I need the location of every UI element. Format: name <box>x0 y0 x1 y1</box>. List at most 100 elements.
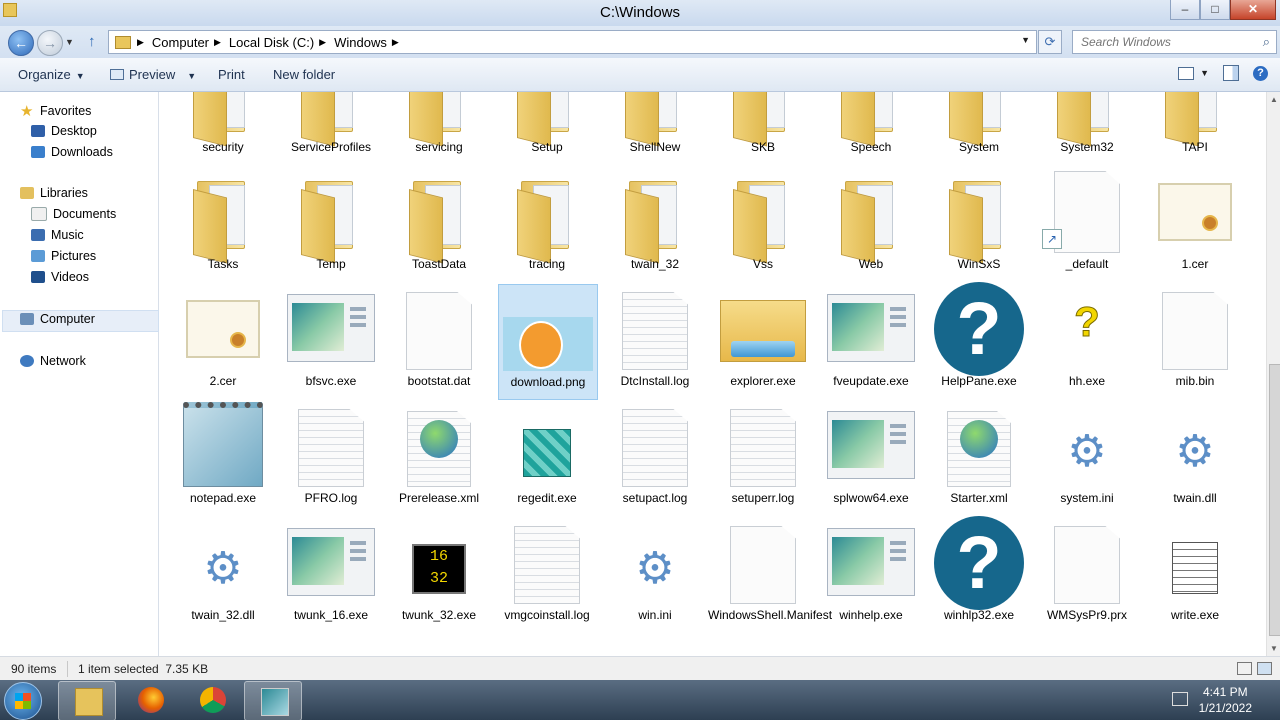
file-item[interactable]: write.exe <box>1146 518 1244 632</box>
nav-desktop[interactable]: Desktop <box>31 124 97 138</box>
nav-network[interactable]: Network <box>20 354 86 368</box>
breadcrumb-computer[interactable]: Computer <box>152 35 209 50</box>
nav-music[interactable]: Music <box>31 228 84 242</box>
file-item[interactable]: regedit.exe <box>498 401 596 515</box>
scroll-up-icon[interactable]: ▲ <box>1270 95 1278 104</box>
file-item[interactable]: explorer.exe <box>714 284 812 398</box>
new-folder-button[interactable]: New folder <box>273 67 335 82</box>
preview-button[interactable]: Preview ▼ <box>110 67 196 82</box>
back-button[interactable]: ← <box>8 30 34 56</box>
up-arrow-icon[interactable]: ↑ <box>88 33 96 50</box>
file-item[interactable]: Prerelease.xml <box>390 401 488 515</box>
file-item[interactable]: SKB <box>714 92 812 164</box>
scroll-down-icon[interactable]: ▼ <box>1270 644 1278 653</box>
file-item[interactable]: Web <box>822 167 920 281</box>
taskbar-app-window[interactable] <box>244 681 302 721</box>
file-item[interactable]: ServiceProfiles <box>282 92 380 164</box>
file-item[interactable]: mib.bin <box>1146 284 1244 398</box>
close-button[interactable]: ✕ <box>1230 0 1276 20</box>
maximize-button[interactable]: □ <box>1200 0 1230 20</box>
minimize-button[interactable]: – <box>1170 0 1200 20</box>
breadcrumb-windows[interactable]: Windows <box>334 35 387 50</box>
clock[interactable]: 4:41 PM 1/21/2022 <box>1199 684 1252 716</box>
file-item[interactable]: vmgcoinstall.log <box>498 518 596 632</box>
file-item[interactable]: ToastData <box>390 167 488 281</box>
taskbar-firefox[interactable] <box>122 681 178 719</box>
file-item[interactable]: PFRO.log <box>282 401 380 515</box>
search-box[interactable]: ⌕ <box>1072 30 1277 54</box>
print-button[interactable]: Print <box>218 67 245 82</box>
file-item[interactable]: ShellNew <box>606 92 704 164</box>
file-item[interactable]: ? hh.exe <box>1038 284 1136 398</box>
refresh-button[interactable]: ⟳ <box>1038 30 1062 54</box>
taskbar-chrome[interactable] <box>184 681 240 719</box>
file-item[interactable]: WinSxS <box>930 167 1028 281</box>
file-item[interactable]: ⚙ twain_32.dll <box>174 518 272 632</box>
nav-computer[interactable]: Computer <box>20 312 95 326</box>
details-view-icon[interactable] <box>1237 662 1252 675</box>
file-item[interactable]: setuperr.log <box>714 401 812 515</box>
search-input[interactable] <box>1079 32 1255 52</box>
file-item[interactable]: twunk_16.exe <box>282 518 380 632</box>
start-button[interactable] <box>4 682 42 720</box>
file-item[interactable]: fveupdate.exe <box>822 284 920 398</box>
large-icons-view-icon[interactable] <box>1257 662 1272 675</box>
vertical-scrollbar[interactable]: ▲ ▼ <box>1266 92 1280 656</box>
file-item[interactable]: ? winhlp32.exe <box>930 516 1028 632</box>
search-icon[interactable]: ⌕ <box>1263 34 1270 50</box>
file-item[interactable]: TAPI <box>1146 92 1244 164</box>
chevron-right-icon[interactable]: ▶ <box>214 37 221 48</box>
nav-libraries[interactable]: Libraries <box>20 186 88 200</box>
help-icon[interactable]: ? <box>1253 65 1268 81</box>
file-item[interactable]: WindowsShell.Manifest <box>708 518 832 632</box>
taskbar-explorer[interactable] <box>58 681 116 721</box>
file-item[interactable]: Starter.xml <box>930 401 1028 515</box>
file-item[interactable]: splwow64.exe <box>822 401 920 515</box>
nav-documents[interactable]: Documents <box>31 207 116 221</box>
file-item[interactable]: tracing <box>498 167 596 281</box>
file-item[interactable]: twain_32 <box>606 167 704 281</box>
file-item[interactable]: 16 32 twunk_32.exe <box>390 518 488 632</box>
chevron-down-icon[interactable]: ▼ <box>1021 35 1030 45</box>
file-item[interactable]: Temp <box>282 167 380 281</box>
file-item[interactable]: System <box>930 92 1028 164</box>
file-item[interactable]: ⚙ system.ini <box>1038 401 1136 515</box>
nav-videos[interactable]: Videos <box>31 270 89 284</box>
file-item[interactable]: ⚙ win.ini <box>606 518 704 632</box>
file-item[interactable]: setupact.log <box>606 401 704 515</box>
file-item[interactable]: Tasks <box>174 167 272 281</box>
file-item[interactable]: notepad.exe <box>174 401 272 515</box>
file-item[interactable]: 2.cer <box>174 284 272 398</box>
chevron-right-icon[interactable]: ▶ <box>392 37 399 48</box>
file-item[interactable]: bfsvc.exe <box>282 284 380 398</box>
address-bar[interactable]: ▶ Computer ▶ Local Disk (C:) ▶ Windows ▶… <box>108 30 1037 54</box>
file-item[interactable]: security <box>174 92 272 164</box>
breadcrumb-local-disk[interactable]: Local Disk (C:) <box>229 35 314 50</box>
file-item[interactable]: Speech <box>822 92 920 164</box>
file-item[interactable]: servicing <box>390 92 488 164</box>
chevron-right-icon[interactable]: ▶ <box>137 37 144 48</box>
forward-button[interactable]: → <box>37 30 63 56</box>
file-item[interactable]: download.png <box>498 284 598 400</box>
file-item[interactable]: 1.cer <box>1146 167 1244 281</box>
file-item[interactable]: ⚙ twain.dll <box>1146 401 1244 515</box>
file-item[interactable]: ? HelpPane.exe <box>930 282 1028 398</box>
file-item[interactable]: System32 <box>1038 92 1136 164</box>
action-center-icon[interactable] <box>1172 692 1188 706</box>
nav-pictures[interactable]: Pictures <box>31 249 96 263</box>
change-view-icon[interactable] <box>1178 66 1195 80</box>
file-item[interactable]: Setup <box>498 92 596 164</box>
nav-downloads[interactable]: Downloads <box>31 145 113 159</box>
scrollbar-thumb[interactable] <box>1269 364 1280 636</box>
nav-favorites[interactable]: ★ Favorites <box>20 102 91 120</box>
file-item[interactable]: bootstat.dat <box>390 284 488 398</box>
file-item[interactable]: DtcInstall.log <box>606 284 704 398</box>
file-item[interactable]: winhelp.exe <box>822 518 920 632</box>
chevron-right-icon[interactable]: ▶ <box>319 37 326 48</box>
organize-button[interactable]: Organize ▼ <box>18 67 85 82</box>
file-item[interactable]: WMSysPr9.prx <box>1038 518 1136 632</box>
recent-pages-chevron-icon[interactable]: ▼ <box>65 37 74 47</box>
preview-pane-icon[interactable] <box>1223 65 1239 81</box>
file-item[interactable]: ↗ _default <box>1038 167 1136 281</box>
file-item[interactable]: Vss <box>714 167 812 281</box>
